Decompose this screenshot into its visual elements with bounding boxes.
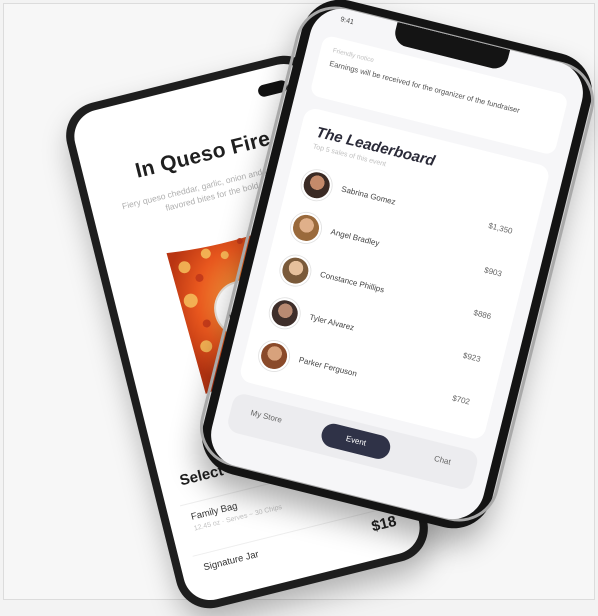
leaderboard-name: Angel Bradley — [329, 227, 381, 248]
leaderboard-amount: $903 — [483, 265, 503, 279]
leaderboard-amount: $1,350 — [487, 221, 514, 236]
size-price: $18 — [369, 512, 399, 536]
avatar — [255, 337, 293, 375]
leaderboard-name: Constance Phillips — [319, 269, 386, 295]
camera-icon — [256, 79, 289, 98]
leaderboard-amount: $886 — [472, 308, 493, 322]
avatar — [298, 167, 335, 204]
tab-my-store[interactable]: My Store — [250, 408, 283, 424]
leaderboard-name: Sabrina Gomez — [340, 184, 397, 207]
notice-text: Earnings will be received for the organi… — [328, 58, 521, 115]
tab-chat[interactable]: Chat — [433, 454, 452, 467]
leaderboard-amount: $923 — [462, 350, 482, 364]
avatar — [266, 295, 303, 332]
avatar — [287, 209, 325, 247]
leaderboard-card: The Leaderboard Top 5 sales of this even… — [238, 106, 551, 441]
tab-event[interactable]: Event — [319, 421, 393, 462]
leaderboard-name: Parker Ferguson — [297, 355, 358, 379]
leaderboard-name: Tyler Alvarez — [308, 312, 356, 333]
status-time: 9:41 — [339, 16, 355, 27]
size-name: Signature Jar — [202, 548, 260, 574]
leaderboard-amount: $702 — [451, 393, 471, 407]
avatar — [277, 252, 314, 289]
